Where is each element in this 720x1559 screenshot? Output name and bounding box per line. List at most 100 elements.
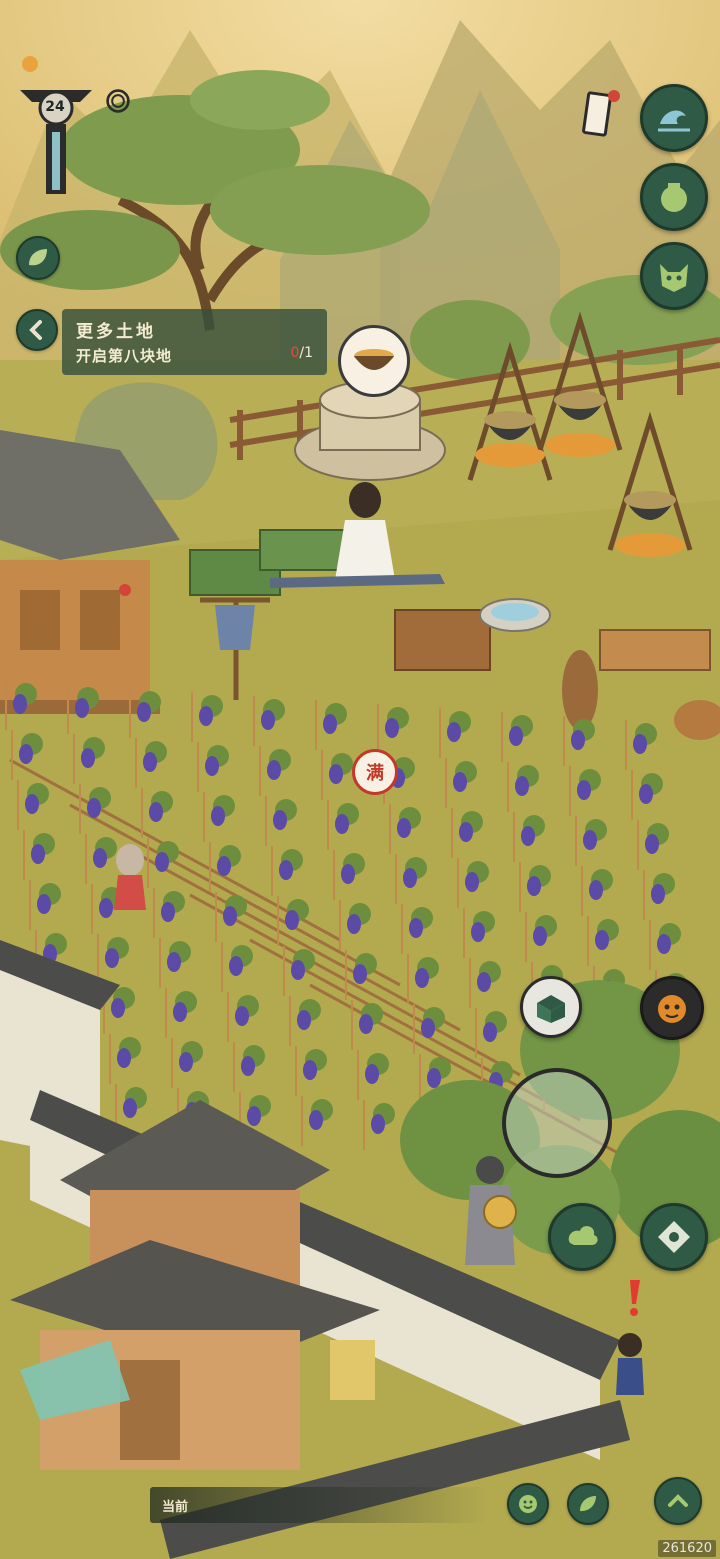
quest-progress-total: /1 xyxy=(299,345,313,361)
chat-channel-label: 当前 xyxy=(162,1500,189,1515)
joystick[interactable] xyxy=(502,1068,612,1178)
grape-cluster xyxy=(483,1022,497,1042)
grape-cluster xyxy=(347,914,361,934)
grape-cluster xyxy=(515,776,529,796)
grape-cluster xyxy=(335,814,349,834)
cloud-button[interactable] xyxy=(548,1203,616,1271)
wave-button[interactable] xyxy=(640,84,708,152)
game-viewport[interactable]: 24 更多土地 开启第八块地 0/1 满 当前 261620 xyxy=(0,0,720,1559)
chest-button[interactable] xyxy=(520,976,582,1038)
grape-cluster xyxy=(309,1110,323,1130)
expand-up-button[interactable] xyxy=(654,1477,702,1525)
grape-cluster xyxy=(211,806,225,826)
demon-mask-icon xyxy=(660,264,688,292)
grape-cluster xyxy=(465,872,479,892)
grape-cluster xyxy=(75,698,89,718)
grape-cluster xyxy=(117,1048,131,1068)
grape-cluster xyxy=(397,818,411,838)
grape-cluster xyxy=(273,810,287,830)
grape-cluster xyxy=(199,706,213,726)
grape-cluster xyxy=(639,784,653,804)
grape-cluster xyxy=(291,960,305,980)
scroll-button[interactable] xyxy=(580,88,624,138)
grape-cluster xyxy=(521,826,535,846)
grape-cluster xyxy=(447,722,461,742)
tiger-mask-button[interactable] xyxy=(640,976,704,1040)
pot-icon xyxy=(661,183,687,212)
exclamation-icon xyxy=(630,1280,640,1316)
collect-bubble[interactable] xyxy=(338,325,410,397)
spiral-button[interactable] xyxy=(100,83,136,119)
cloud-icon xyxy=(568,1226,598,1245)
shuriken-button[interactable] xyxy=(640,1203,708,1271)
quest-description: 开启第八块地 xyxy=(76,347,173,365)
grape-cluster xyxy=(645,834,659,854)
grape-cluster xyxy=(583,830,597,850)
grape-cluster xyxy=(143,752,157,772)
grape-cluster xyxy=(571,730,585,750)
build-version: 261620 xyxy=(658,1540,716,1557)
grape-cluster xyxy=(577,780,591,800)
grape-cluster xyxy=(365,1064,379,1084)
orange-dot xyxy=(22,56,38,72)
shuriken-icon xyxy=(658,1221,690,1253)
tiger-mask-icon xyxy=(658,995,686,1023)
grape-cluster xyxy=(81,748,95,768)
pot-button[interactable] xyxy=(640,163,708,231)
grape-cluster xyxy=(341,864,355,884)
grape-cluster xyxy=(105,948,119,968)
grape-cluster xyxy=(421,1018,435,1038)
grape-cluster xyxy=(155,852,169,872)
grape-cluster xyxy=(279,860,293,880)
grape-cluster xyxy=(247,1106,261,1126)
grape-cluster xyxy=(179,1052,193,1072)
grape-cluster xyxy=(459,822,473,842)
grape-cluster xyxy=(509,726,523,746)
grape-cluster xyxy=(595,930,609,950)
grape-cluster xyxy=(589,880,603,900)
grape-cluster xyxy=(427,1068,441,1088)
grape-cluster xyxy=(173,1002,187,1022)
level-totem[interactable]: 24 xyxy=(16,68,96,200)
back-arrow-icon xyxy=(29,320,42,340)
leaf-button[interactable] xyxy=(16,236,60,280)
chat-bar[interactable]: 当前 xyxy=(150,1487,490,1523)
alert-marker[interactable] xyxy=(624,1278,644,1318)
grape-cluster xyxy=(167,952,181,972)
grape-cluster xyxy=(651,884,665,904)
grape-cluster xyxy=(37,894,51,914)
leaf-share-button[interactable] xyxy=(567,1483,609,1525)
bowl-icon xyxy=(354,349,394,370)
quest-progress: 0/1 xyxy=(290,345,313,361)
chevron-up-icon xyxy=(668,1494,688,1507)
grape-cluster xyxy=(329,764,343,784)
grape-cluster xyxy=(657,934,671,954)
grape-cluster xyxy=(13,694,27,714)
grape-cluster xyxy=(205,756,219,776)
villager-child xyxy=(616,1333,644,1395)
grape-cluster xyxy=(415,968,429,988)
grape-cluster xyxy=(453,772,467,792)
grape-cluster xyxy=(99,898,113,918)
grape-cluster xyxy=(19,744,33,764)
grape-cluster xyxy=(137,702,151,722)
grape-cluster xyxy=(527,876,541,896)
grape-cluster xyxy=(31,844,45,864)
grape-cluster xyxy=(371,1114,385,1134)
quest-panel[interactable]: 更多土地 开启第八块地 0/1 xyxy=(62,309,327,375)
grape-cluster xyxy=(123,1098,137,1118)
quest-back-button[interactable] xyxy=(16,309,58,351)
grape-cluster xyxy=(409,918,423,938)
demon-mask-button[interactable] xyxy=(640,242,708,310)
grape-cluster xyxy=(403,868,417,888)
grape-cluster xyxy=(267,760,281,780)
grape-cluster xyxy=(533,926,547,946)
grape-cluster xyxy=(261,710,275,730)
grape-cluster xyxy=(25,794,39,814)
emote-button[interactable] xyxy=(507,1483,549,1525)
full-badge[interactable]: 满 xyxy=(352,749,398,795)
grape-cluster xyxy=(87,798,101,818)
emote-icon xyxy=(519,1495,537,1513)
villager-rabbit xyxy=(114,844,146,910)
grape-cluster xyxy=(111,998,125,1018)
